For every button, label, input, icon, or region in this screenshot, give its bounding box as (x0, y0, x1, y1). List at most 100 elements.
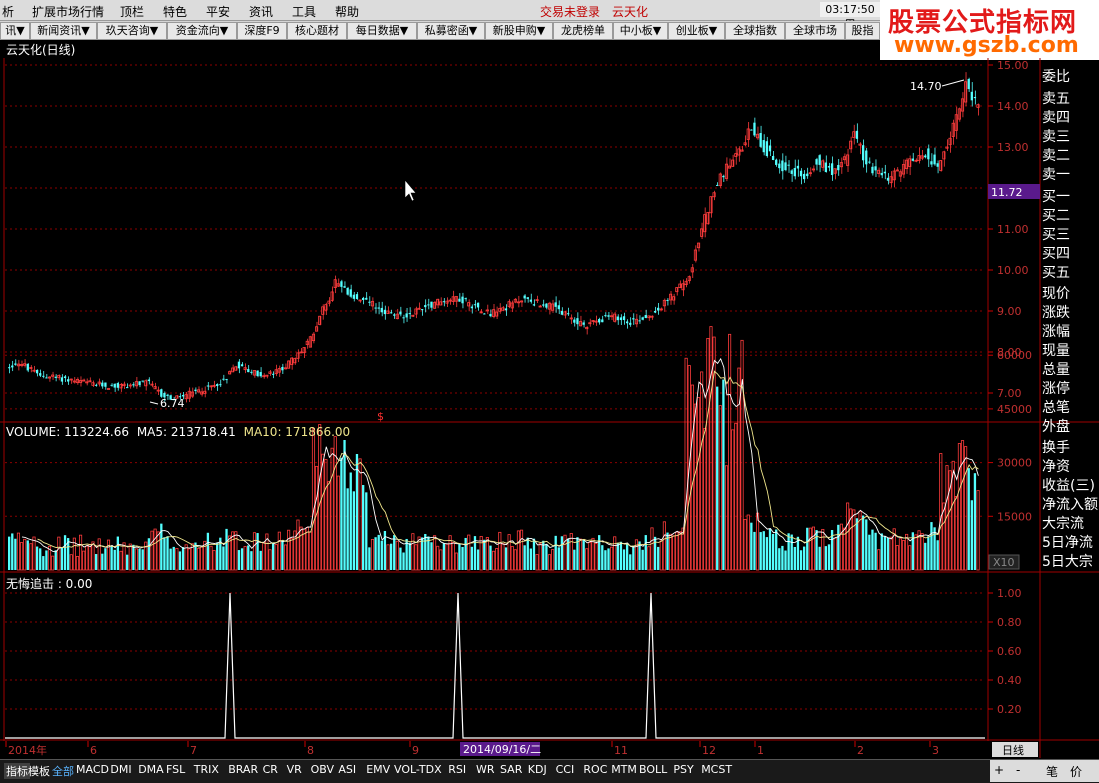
candle-body (427, 304, 430, 306)
volume-ma5: MA5: 213718.41 (136, 425, 236, 439)
volume-bar (787, 533, 790, 570)
candle-body (138, 381, 141, 386)
candle-body (166, 394, 169, 396)
candle-body (753, 122, 756, 136)
candle-body (542, 304, 545, 306)
indicator-tab[interactable]: 模板 (28, 763, 50, 779)
candle-body (340, 281, 343, 287)
candle-body (160, 389, 163, 397)
candle-body (818, 155, 821, 165)
indicator-tab[interactable]: DMI (110, 763, 131, 776)
indicator-tab[interactable]: BOLL (639, 763, 667, 776)
candle-body (489, 313, 492, 317)
volume-bar (20, 542, 24, 571)
candle-body (352, 294, 356, 299)
quote-label: 涨幅 (1042, 324, 1070, 340)
indicator-tab[interactable]: KDJ (528, 763, 547, 776)
indicator-tab[interactable]: ROC (583, 763, 607, 776)
volume-bar (389, 543, 393, 570)
indicator-tab-bar: 指标 模板 全部 MACD DMI DMA FSL TRIX BRAR CR VR OBV ASI EMV… (0, 759, 1099, 783)
candle-body (874, 166, 877, 171)
volume-bar (483, 539, 486, 570)
candle-body (144, 380, 148, 387)
volume-bar (629, 554, 632, 570)
candle-body (377, 307, 380, 309)
volume-bar (395, 540, 399, 571)
indicator-tab[interactable]: VR (287, 763, 302, 776)
bottom-control-button[interactable]: 笔 (1046, 763, 1058, 780)
indicator-tab[interactable]: EMV (366, 763, 390, 776)
volume-bar (343, 439, 346, 570)
volume-bar (349, 472, 352, 570)
date-tick-label: 8 (307, 744, 314, 757)
indicator-tab[interactable]: RSI (448, 763, 466, 776)
volume-bar (659, 540, 663, 571)
candle-body (638, 320, 641, 322)
candle-body (113, 383, 116, 388)
volume-bar (271, 542, 275, 570)
indicator-tab[interactable]: VOL-TDX (394, 763, 442, 776)
candle-body (374, 307, 377, 309)
candle-body (405, 313, 408, 318)
bottom-control-button[interactable]: 价 (1070, 763, 1082, 780)
price-tick-label: 14.00 (997, 100, 1029, 113)
indicator-tab[interactable]: WR (476, 763, 495, 776)
signal-tick-label: 1.00 (997, 587, 1022, 600)
volume-bar (399, 547, 402, 570)
kline-chart[interactable]: 15.0014.0013.0012.0011.0010.009.008.007.… (0, 0, 1099, 782)
bottom-control-button[interactable]: + (994, 763, 1004, 777)
candle-body (343, 286, 346, 288)
indicator-tab[interactable]: CR (263, 763, 278, 776)
indicator-tab[interactable]: MTM (611, 763, 637, 776)
indicator-tab[interactable]: PSY (673, 763, 693, 776)
indicator-tab[interactable]: DMA (138, 763, 164, 776)
volume-bar (119, 550, 123, 571)
indicator-tab[interactable]: TRIX (194, 763, 219, 776)
indicator-tab[interactable]: SAR (500, 763, 522, 776)
volume-bar (88, 543, 92, 571)
indicator-tab[interactable]: OBV (311, 763, 334, 776)
candle-body (476, 302, 480, 308)
volume-bar (718, 405, 722, 571)
indicator-tab[interactable]: CCI (556, 763, 575, 776)
indicator-tab[interactable]: MCST (701, 763, 732, 776)
candle-body (393, 314, 396, 316)
candle-body (365, 297, 368, 300)
volume-bar (156, 531, 160, 571)
volume-bar (973, 473, 977, 570)
candle-body (290, 357, 294, 366)
candle-body (318, 315, 322, 325)
quote-label: 卖二 (1042, 148, 1070, 164)
indicator-tab[interactable]: BRAR (228, 763, 258, 776)
volume-bar (470, 546, 474, 570)
indicator-tab[interactable]: 全部 (52, 763, 74, 779)
indicator-tab[interactable]: 指标 (4, 763, 30, 779)
candle-body (750, 129, 753, 131)
volume-bar (283, 544, 288, 571)
dividend-marker: $ (377, 410, 384, 423)
candle-body (237, 361, 241, 369)
volume-tick-label: 45000 (997, 403, 1032, 416)
volume-bar (302, 528, 306, 571)
indicator-tab[interactable]: FSL (166, 763, 185, 776)
volume-bar (234, 531, 238, 571)
volume-bar (799, 550, 803, 570)
candle-body (389, 312, 393, 314)
volume-bar (839, 523, 843, 571)
quote-label: 买一 (1042, 189, 1070, 205)
quote-label: 净流入额 (1042, 497, 1098, 513)
volume-bar (756, 512, 760, 571)
volume-bar (358, 458, 362, 571)
indicator-tab[interactable]: MACD (76, 763, 109, 776)
indicator-tab[interactable]: ASI (338, 763, 356, 776)
volume-bar (920, 533, 924, 571)
candle-body (116, 383, 119, 388)
volume-bar (94, 554, 98, 570)
volume-bar (393, 535, 396, 570)
volume-bar (336, 475, 340, 571)
volume-bar (724, 465, 729, 571)
volume-bar (97, 538, 101, 571)
quote-label: 大宗流 (1042, 516, 1084, 532)
bottom-control-button[interactable]: - (1016, 763, 1020, 777)
high-price-label: 14.70 (910, 80, 942, 93)
